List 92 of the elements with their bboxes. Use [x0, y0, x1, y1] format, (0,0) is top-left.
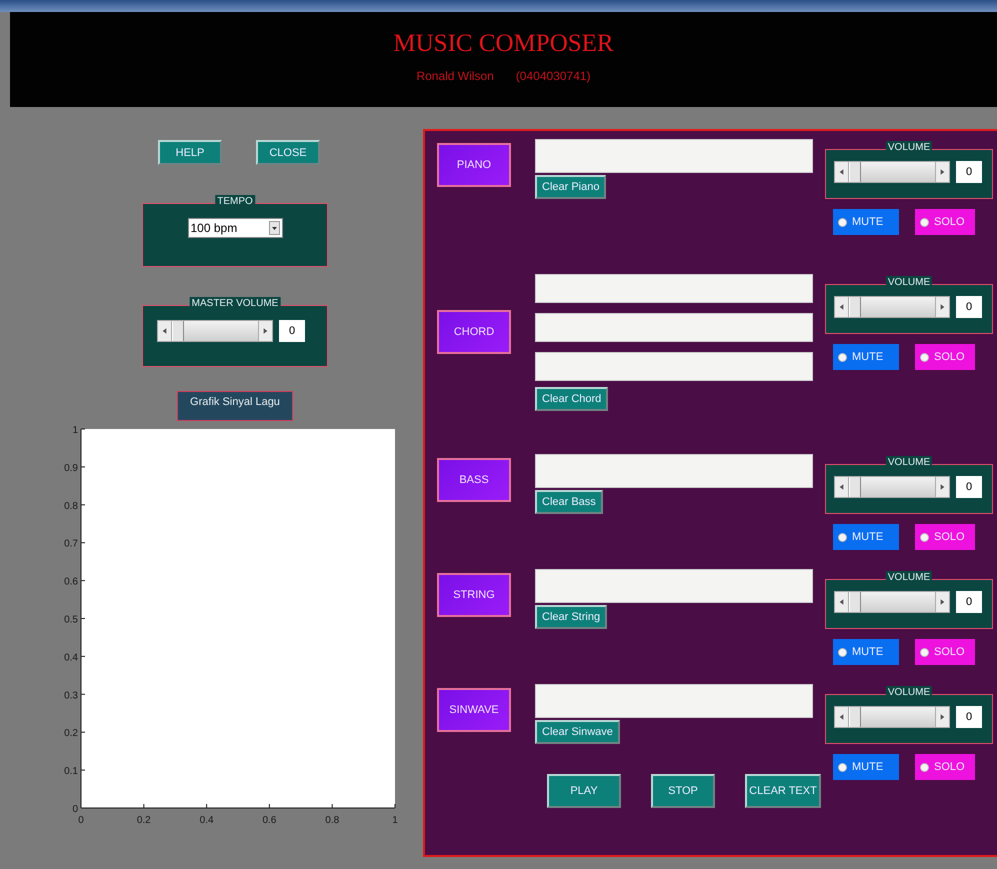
input-field[interactable]: [535, 313, 813, 342]
x-tick-label: 1: [392, 815, 398, 826]
solo-radio[interactable]: SOLO: [915, 524, 975, 550]
app-title: MUSIC COMPOSER: [393, 30, 614, 58]
mute-radio[interactable]: MUTE: [833, 639, 899, 665]
radio-icon[interactable]: [838, 648, 847, 656]
volume-slider[interactable]: [834, 476, 950, 498]
y-tick-label: 0.5: [64, 614, 78, 626]
graph-title: Grafik Sinyal Lagu: [177, 391, 293, 421]
input-field[interactable]: [535, 139, 813, 173]
tempo-dropdown[interactable]: 100 bpm: [188, 218, 282, 238]
instrument-button[interactable]: BASS: [437, 458, 511, 502]
radio-label: SOLO: [934, 531, 965, 543]
radio-icon[interactable]: [920, 532, 929, 542]
volume-slider[interactable]: [834, 706, 950, 728]
y-tick-label: 0: [72, 804, 78, 815]
input-field[interactable]: [535, 274, 813, 303]
clear-button[interactable]: Clear Bass: [535, 490, 603, 514]
y-tick-label: 0.2: [64, 728, 78, 740]
volume-value: 0: [956, 161, 982, 183]
volume-value: 0: [956, 706, 982, 728]
clear-button[interactable]: Clear String: [535, 605, 608, 629]
slider-thumb[interactable]: [849, 592, 861, 612]
radio-icon[interactable]: [838, 762, 847, 772]
x-tick-label: 0.8: [325, 815, 340, 826]
y-tick-label: 0.6: [64, 576, 78, 588]
radio-icon[interactable]: [838, 352, 847, 362]
solo-radio[interactable]: SOLO: [915, 344, 975, 370]
volume-slider[interactable]: [834, 296, 950, 318]
input-field[interactable]: [535, 454, 813, 488]
mute-radio[interactable]: MUTE: [833, 209, 899, 235]
slider-thumb[interactable]: [849, 477, 861, 497]
mute-radio[interactable]: MUTE: [833, 344, 899, 370]
slider-thumb[interactable]: [849, 162, 861, 182]
y-tick-label: 0.4: [64, 652, 78, 664]
y-tick-label: 0.7: [64, 538, 78, 550]
x-tick-label: 0: [78, 815, 84, 826]
clear-button[interactable]: Clear Sinwave: [535, 720, 620, 744]
y-tick-label: 0.8: [64, 500, 78, 512]
y-tick-label: 1: [72, 425, 78, 436]
solo-radio[interactable]: SOLO: [915, 209, 975, 235]
radio-label: MUTE: [852, 646, 884, 658]
slider-thumb[interactable]: [172, 321, 184, 341]
volume-value: 0: [956, 296, 982, 318]
volume-slider[interactable]: [834, 161, 950, 183]
author-name: Ronald Wilson: [416, 69, 494, 83]
volume-slider[interactable]: [157, 320, 273, 342]
instrument-button[interactable]: SINWAVE: [437, 688, 511, 732]
volume-value: 0: [956, 476, 982, 498]
y-tick-label: 0.1: [64, 766, 78, 778]
radio-label: SOLO: [934, 216, 965, 228]
stop-button[interactable]: STOP: [651, 774, 715, 808]
mute-radio[interactable]: MUTE: [833, 524, 899, 550]
radio-icon[interactable]: [838, 532, 847, 542]
radio-icon[interactable]: [920, 218, 929, 226]
clear-text-button[interactable]: CLEAR TEXT: [745, 774, 821, 808]
mute-radio[interactable]: MUTE: [833, 754, 899, 780]
slider-thumb[interactable]: [849, 297, 861, 317]
close-button[interactable]: CLOSE: [256, 140, 320, 165]
radio-label: SOLO: [934, 351, 965, 363]
volume-value: 0: [279, 320, 305, 342]
volume-slider[interactable]: [834, 591, 950, 613]
radio-icon[interactable]: [920, 648, 929, 656]
radio-label: MUTE: [852, 531, 884, 543]
solo-radio[interactable]: SOLO: [915, 754, 975, 780]
student-id: (0404030741): [516, 69, 591, 83]
input-field[interactable]: [535, 569, 813, 603]
y-tick-label: 0.3: [64, 690, 78, 702]
solo-radio[interactable]: SOLO: [915, 639, 975, 665]
radio-label: MUTE: [852, 216, 884, 228]
radio-label: MUTE: [852, 351, 884, 363]
radio-icon[interactable]: [920, 762, 929, 772]
help-button[interactable]: HELP: [158, 140, 222, 165]
play-button[interactable]: PLAY: [547, 774, 621, 808]
volume-value: 0: [956, 591, 982, 613]
radio-icon[interactable]: [838, 218, 847, 226]
clear-button[interactable]: Clear Chord: [535, 387, 608, 411]
x-tick-label: 0.4: [200, 815, 214, 826]
x-tick-label: 0.2: [136, 815, 151, 826]
instrument-button[interactable]: PIANO: [437, 143, 511, 187]
slider-thumb[interactable]: [849, 707, 861, 727]
input-field[interactable]: [535, 352, 813, 381]
y-tick-label: 0.9: [64, 462, 78, 474]
radio-label: SOLO: [934, 761, 965, 773]
x-tick-label: 0.6: [262, 815, 276, 826]
radio-label: MUTE: [852, 761, 884, 773]
radio-label: SOLO: [934, 646, 965, 658]
instrument-button[interactable]: STRING: [437, 573, 511, 617]
radio-icon[interactable]: [920, 352, 929, 362]
input-field[interactable]: [535, 684, 813, 718]
instrument-button[interactable]: CHORD: [437, 310, 511, 354]
clear-button[interactable]: Clear Piano: [535, 175, 606, 199]
